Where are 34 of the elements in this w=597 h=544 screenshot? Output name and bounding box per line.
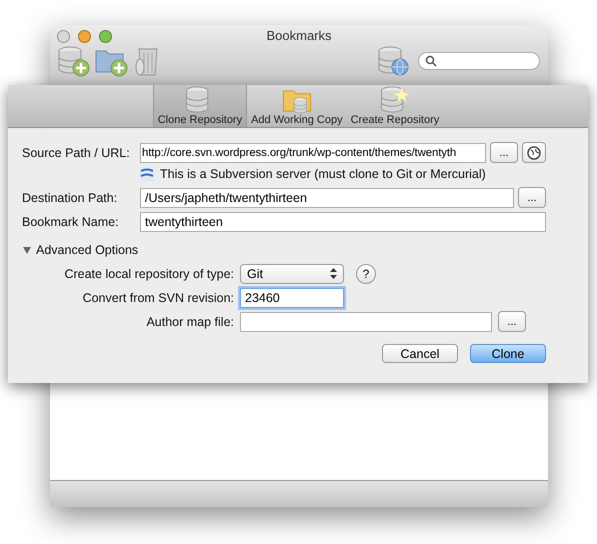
text-field[interactable]: twentythirteen (140, 212, 546, 232)
stepper-arrows-icon (330, 268, 337, 279)
clone-button[interactable]: Clone (470, 344, 546, 363)
tab[interactable]: Add Working Copy (247, 85, 347, 127)
browse-button[interactable]: ... (498, 311, 526, 332)
text-field[interactable]: /Users/japheth/twentythirteen (140, 188, 514, 208)
field-label: Convert from SVN revision: (82, 290, 234, 304)
disclosure-triangle-icon (22, 244, 32, 254)
help-button[interactable]: ? (356, 264, 376, 284)
revision-field[interactable]: 23460 (240, 288, 344, 308)
window-title: Bookmarks (265, 27, 333, 43)
globe-button[interactable] (522, 142, 546, 163)
tab[interactable]: Clone Repository (152, 85, 248, 127)
browse-button[interactable]: ... (518, 187, 546, 208)
author-map-field[interactable] (240, 312, 492, 332)
cancel-button[interactable]: Cancel (382, 344, 458, 363)
field-label: Create local repository of type: (63, 266, 234, 280)
minimize-button[interactable] (78, 30, 91, 43)
add-database-icon[interactable] (56, 45, 90, 77)
advanced-options-toggle[interactable]: Advanced Options (22, 242, 138, 256)
close-button[interactable] (57, 30, 70, 43)
server-note: This is a Subversion server (must clone to Git or Mercurial) (160, 166, 486, 180)
tab[interactable]: Create Repository (346, 85, 444, 127)
field-label: Destination Path: (22, 190, 118, 204)
field-label: Bookmark Name: (22, 214, 120, 228)
zoom-button[interactable] (99, 30, 112, 43)
field-label: Source Path / URL: (22, 146, 131, 160)
repository-type-select[interactable]: Git (240, 264, 344, 284)
search-field[interactable] (418, 52, 540, 70)
search-icon[interactable] (425, 55, 437, 67)
field-label: Author map file: (145, 314, 234, 328)
database-globe-icon[interactable] (376, 45, 410, 77)
browse-button[interactable]: ... (490, 142, 518, 163)
text-field[interactable]: http://core.svn.wordpress.org/trunk/wp-content/themes/twentyth (140, 142, 486, 162)
